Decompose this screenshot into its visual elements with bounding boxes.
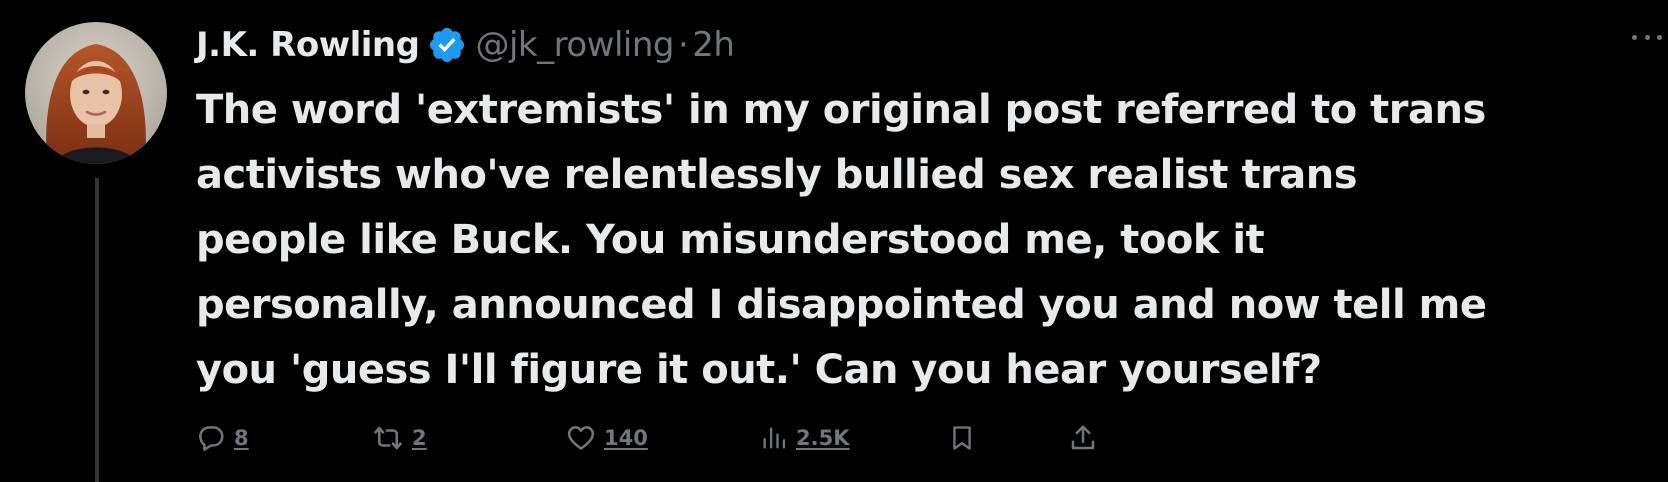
bookmark-button[interactable] [948, 418, 976, 458]
repost-icon [374, 426, 402, 450]
share-icon [1071, 425, 1095, 450]
tweet-text-line: personally, announced I disappointed you… [196, 282, 1487, 328]
header-separator: · [677, 25, 689, 65]
bookmark-icon [953, 426, 971, 450]
tweet-text-line: The word 'extremists' in my original pos… [196, 87, 1486, 133]
share-button[interactable] [1068, 418, 1098, 458]
views-count[interactable]: 2.5K [796, 426, 849, 450]
avatar[interactable] [25, 22, 167, 164]
heart-icon [567, 426, 595, 450]
views-button[interactable]: 2.5K [760, 418, 849, 458]
reply-count[interactable]: 8 [234, 426, 249, 450]
like-count[interactable]: 140 [604, 426, 648, 450]
views-chart-icon [763, 427, 786, 449]
author-display-name[interactable]: J.K. Rowling [196, 25, 420, 65]
repost-button[interactable]: 2 [372, 418, 427, 458]
tweet-text-line: you 'guess I'll figure it out.' Can you … [196, 347, 1322, 393]
repost-count[interactable]: 2 [412, 426, 427, 450]
more-dot [1657, 34, 1662, 40]
thread-connector-line [95, 178, 99, 482]
more-dot [1632, 34, 1637, 40]
author-handle[interactable]: @jk_rowling [475, 25, 674, 65]
tweet-text: The word 'extremists' in my original pos… [196, 78, 1646, 403]
tweet-text-line: activists who've relentlessly bullied se… [196, 152, 1358, 198]
tweet-text-line: people like Buck. You misunderstood me, … [196, 217, 1265, 263]
verified-badge-icon[interactable] [427, 25, 467, 65]
tweet-actions-bar: 8 2 140 2.5K [196, 418, 1196, 458]
tweet-header: J.K. Rowling @jk_rowling · 2h [196, 14, 735, 76]
more-options-icon[interactable] [1632, 30, 1662, 44]
more-dot [1644, 34, 1650, 40]
reply-button[interactable]: 8 [196, 418, 249, 458]
avatar-photo [25, 22, 167, 164]
tweet-timestamp[interactable]: 2h [692, 25, 735, 65]
reply-icon [199, 426, 224, 451]
like-button[interactable]: 140 [566, 418, 648, 458]
